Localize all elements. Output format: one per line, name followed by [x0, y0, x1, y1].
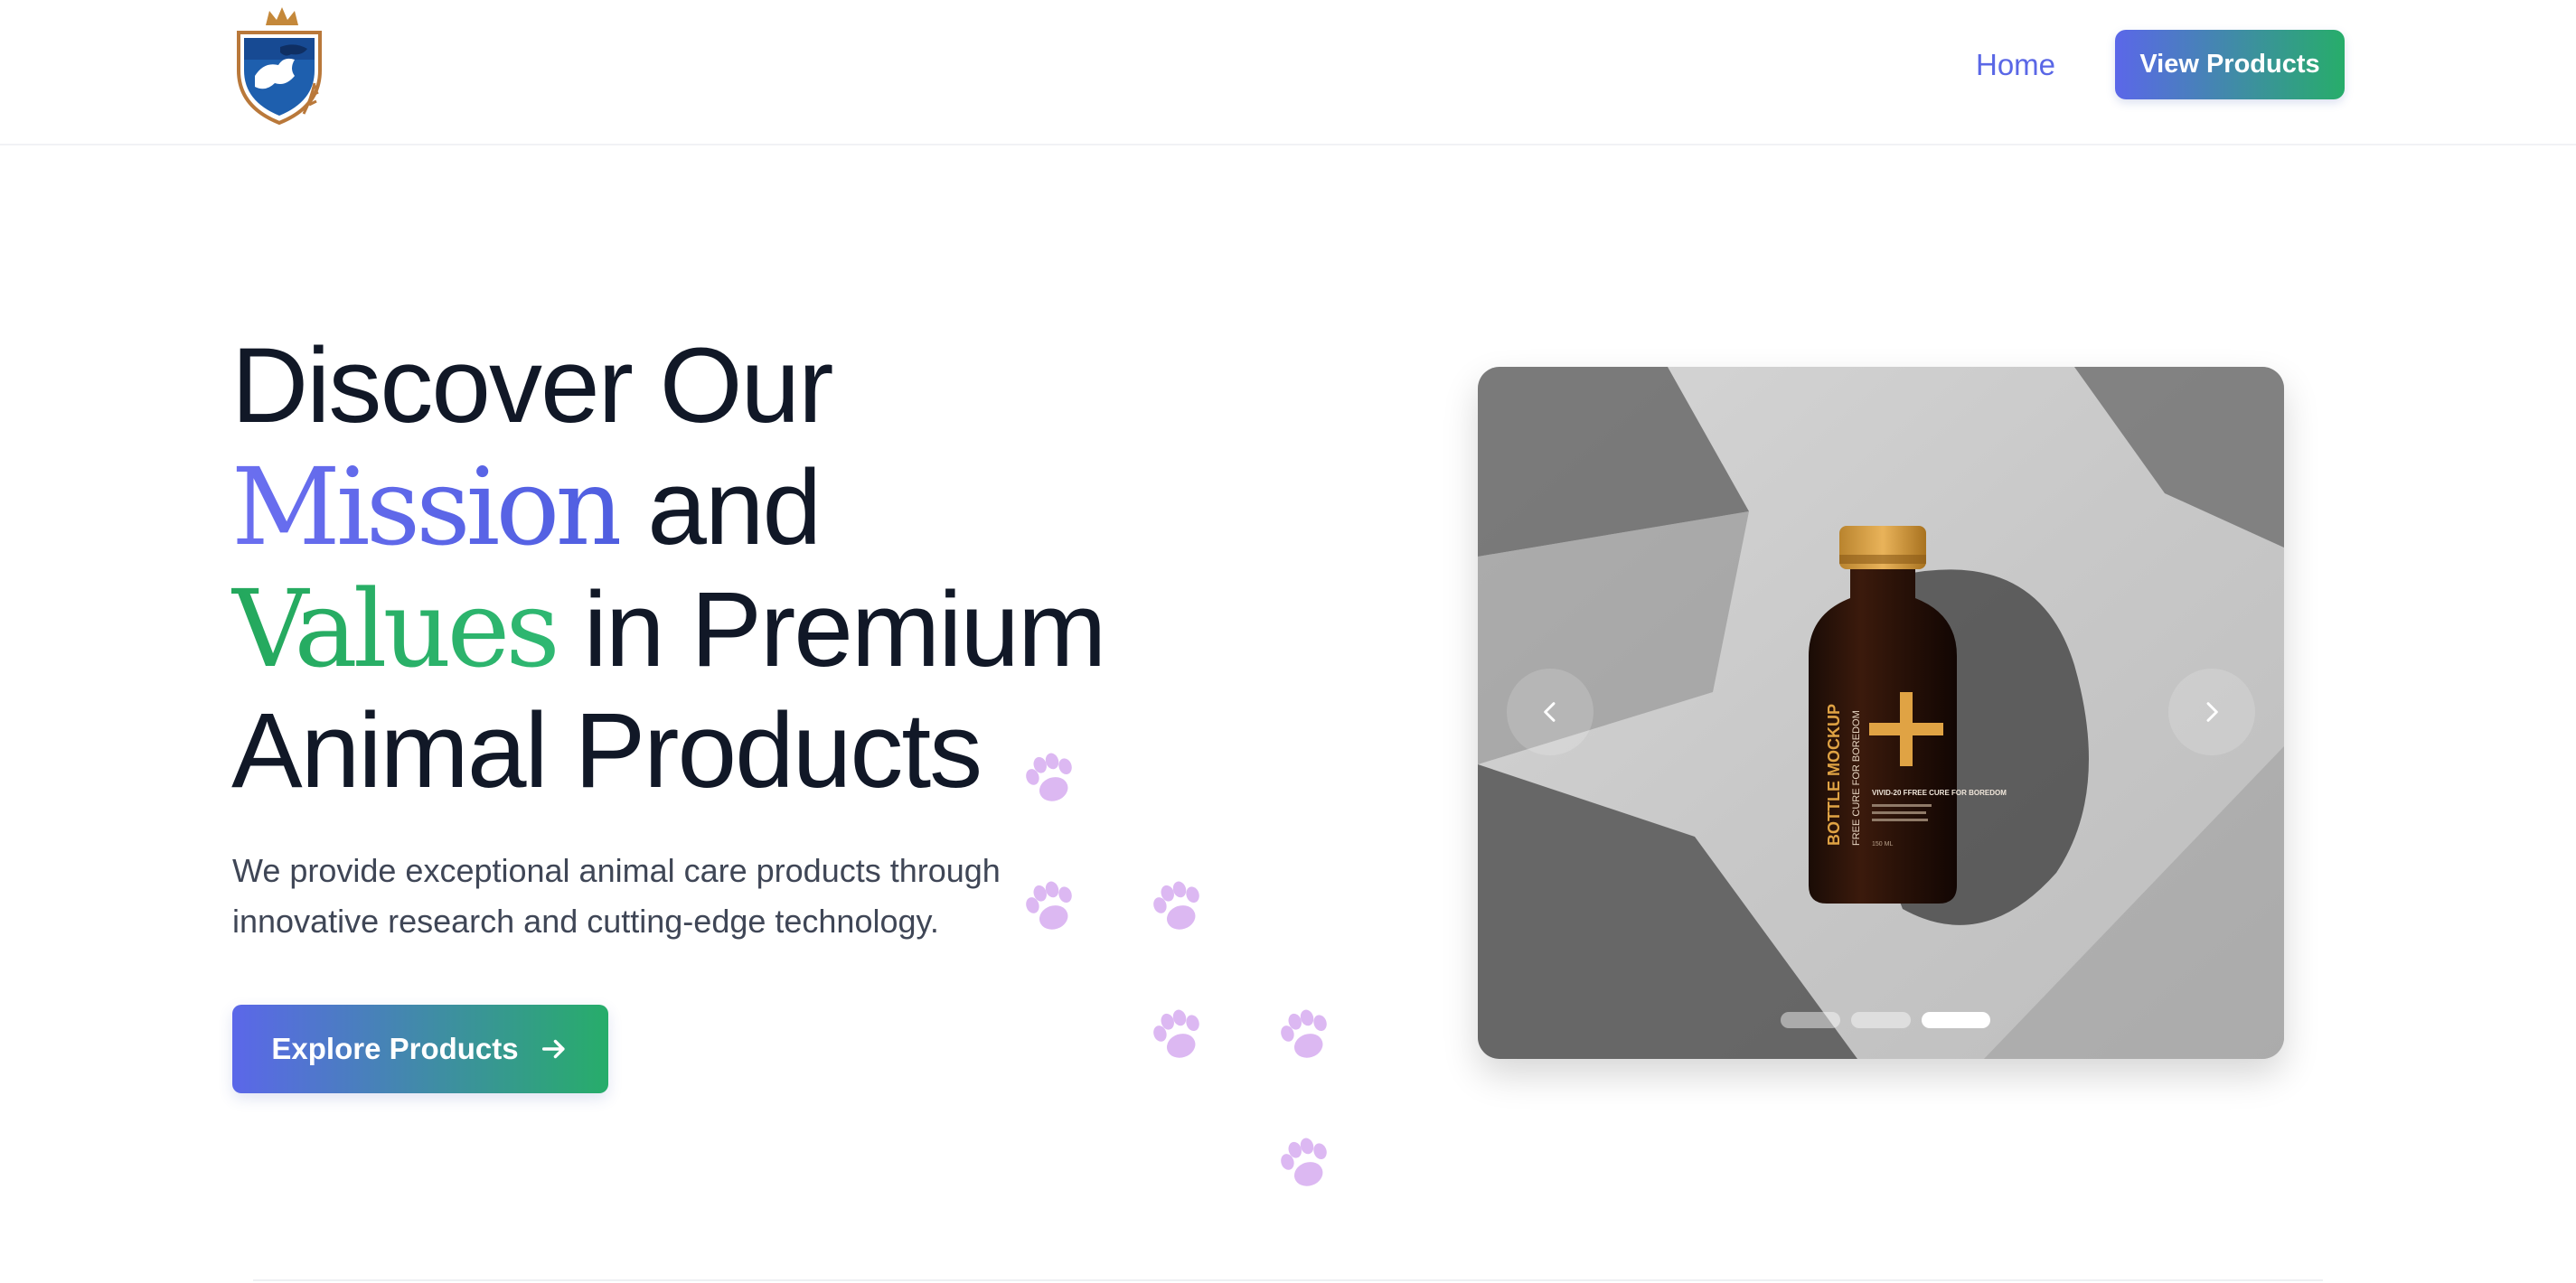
hero-word-values: Values: [231, 567, 560, 691]
hero-heading-line-3: Values in Premium: [231, 567, 1107, 691]
carousel-dot-2[interactable]: [1851, 1012, 1911, 1028]
bottle-label-main: BOTTLE MOCKUP: [1825, 704, 1843, 846]
product-carousel[interactable]: BOTTLE MOCKUP FREE CURE FOR BOREDOM VIVI…: [1478, 367, 2284, 1059]
bottle-size: 150 ML: [1872, 841, 1893, 848]
arrow-right-icon: [541, 1039, 565, 1059]
nav-home-link[interactable]: Home: [1976, 45, 2055, 85]
carousel-indicators: [1781, 1012, 1990, 1028]
chevron-left-icon: [1544, 702, 1556, 722]
paw-icon: [1020, 747, 1081, 808]
explore-products-button[interactable]: Explore Products: [232, 1005, 608, 1093]
section-divider: [253, 1279, 2323, 1281]
paw-icon: [1275, 1004, 1336, 1064]
hero-word-in-premium: in Premium: [555, 570, 1107, 689]
carousel-next-button[interactable]: [2168, 669, 2255, 755]
paw-icon: [1148, 1004, 1208, 1064]
bottle-side-title: VIVID-20 FFREE CURE FOR BOREDOM: [1872, 789, 2007, 797]
carousel-dot-1[interactable]: [1781, 1012, 1840, 1028]
explore-products-label: Explore Products: [271, 1032, 519, 1065]
hero-word-mission: Mission: [231, 445, 624, 569]
paw-icon: [1020, 876, 1081, 936]
view-products-button[interactable]: View Products: [2115, 30, 2345, 99]
carousel-prev-button[interactable]: [1507, 669, 1594, 755]
bottle-label-sub: FREE CURE FOR BOREDOM: [1851, 710, 1862, 846]
paw-icon: [1148, 876, 1208, 936]
crest-logo-icon[interactable]: [231, 5, 327, 128]
hero-description: We provide exceptional animal care produ…: [232, 852, 1001, 940]
site-header: Home View Products: [0, 0, 2576, 145]
hero-word-and: and: [619, 448, 822, 567]
hero-heading-line-4: Animal Products: [231, 691, 982, 810]
chevron-right-icon: [2206, 702, 2218, 722]
hero-heading-line-2: Mission and: [231, 446, 1105, 568]
paw-icon: [1275, 1132, 1336, 1193]
carousel-dot-3-active[interactable]: [1922, 1012, 1990, 1028]
hero-heading-line-1: Discover Our: [231, 326, 833, 445]
carousel-slide-image: BOTTLE MOCKUP FREE CURE FOR BOREDOM VIVI…: [1478, 367, 2284, 1059]
hero-heading: Discover Our Mission and Values in Premi…: [231, 325, 1107, 811]
